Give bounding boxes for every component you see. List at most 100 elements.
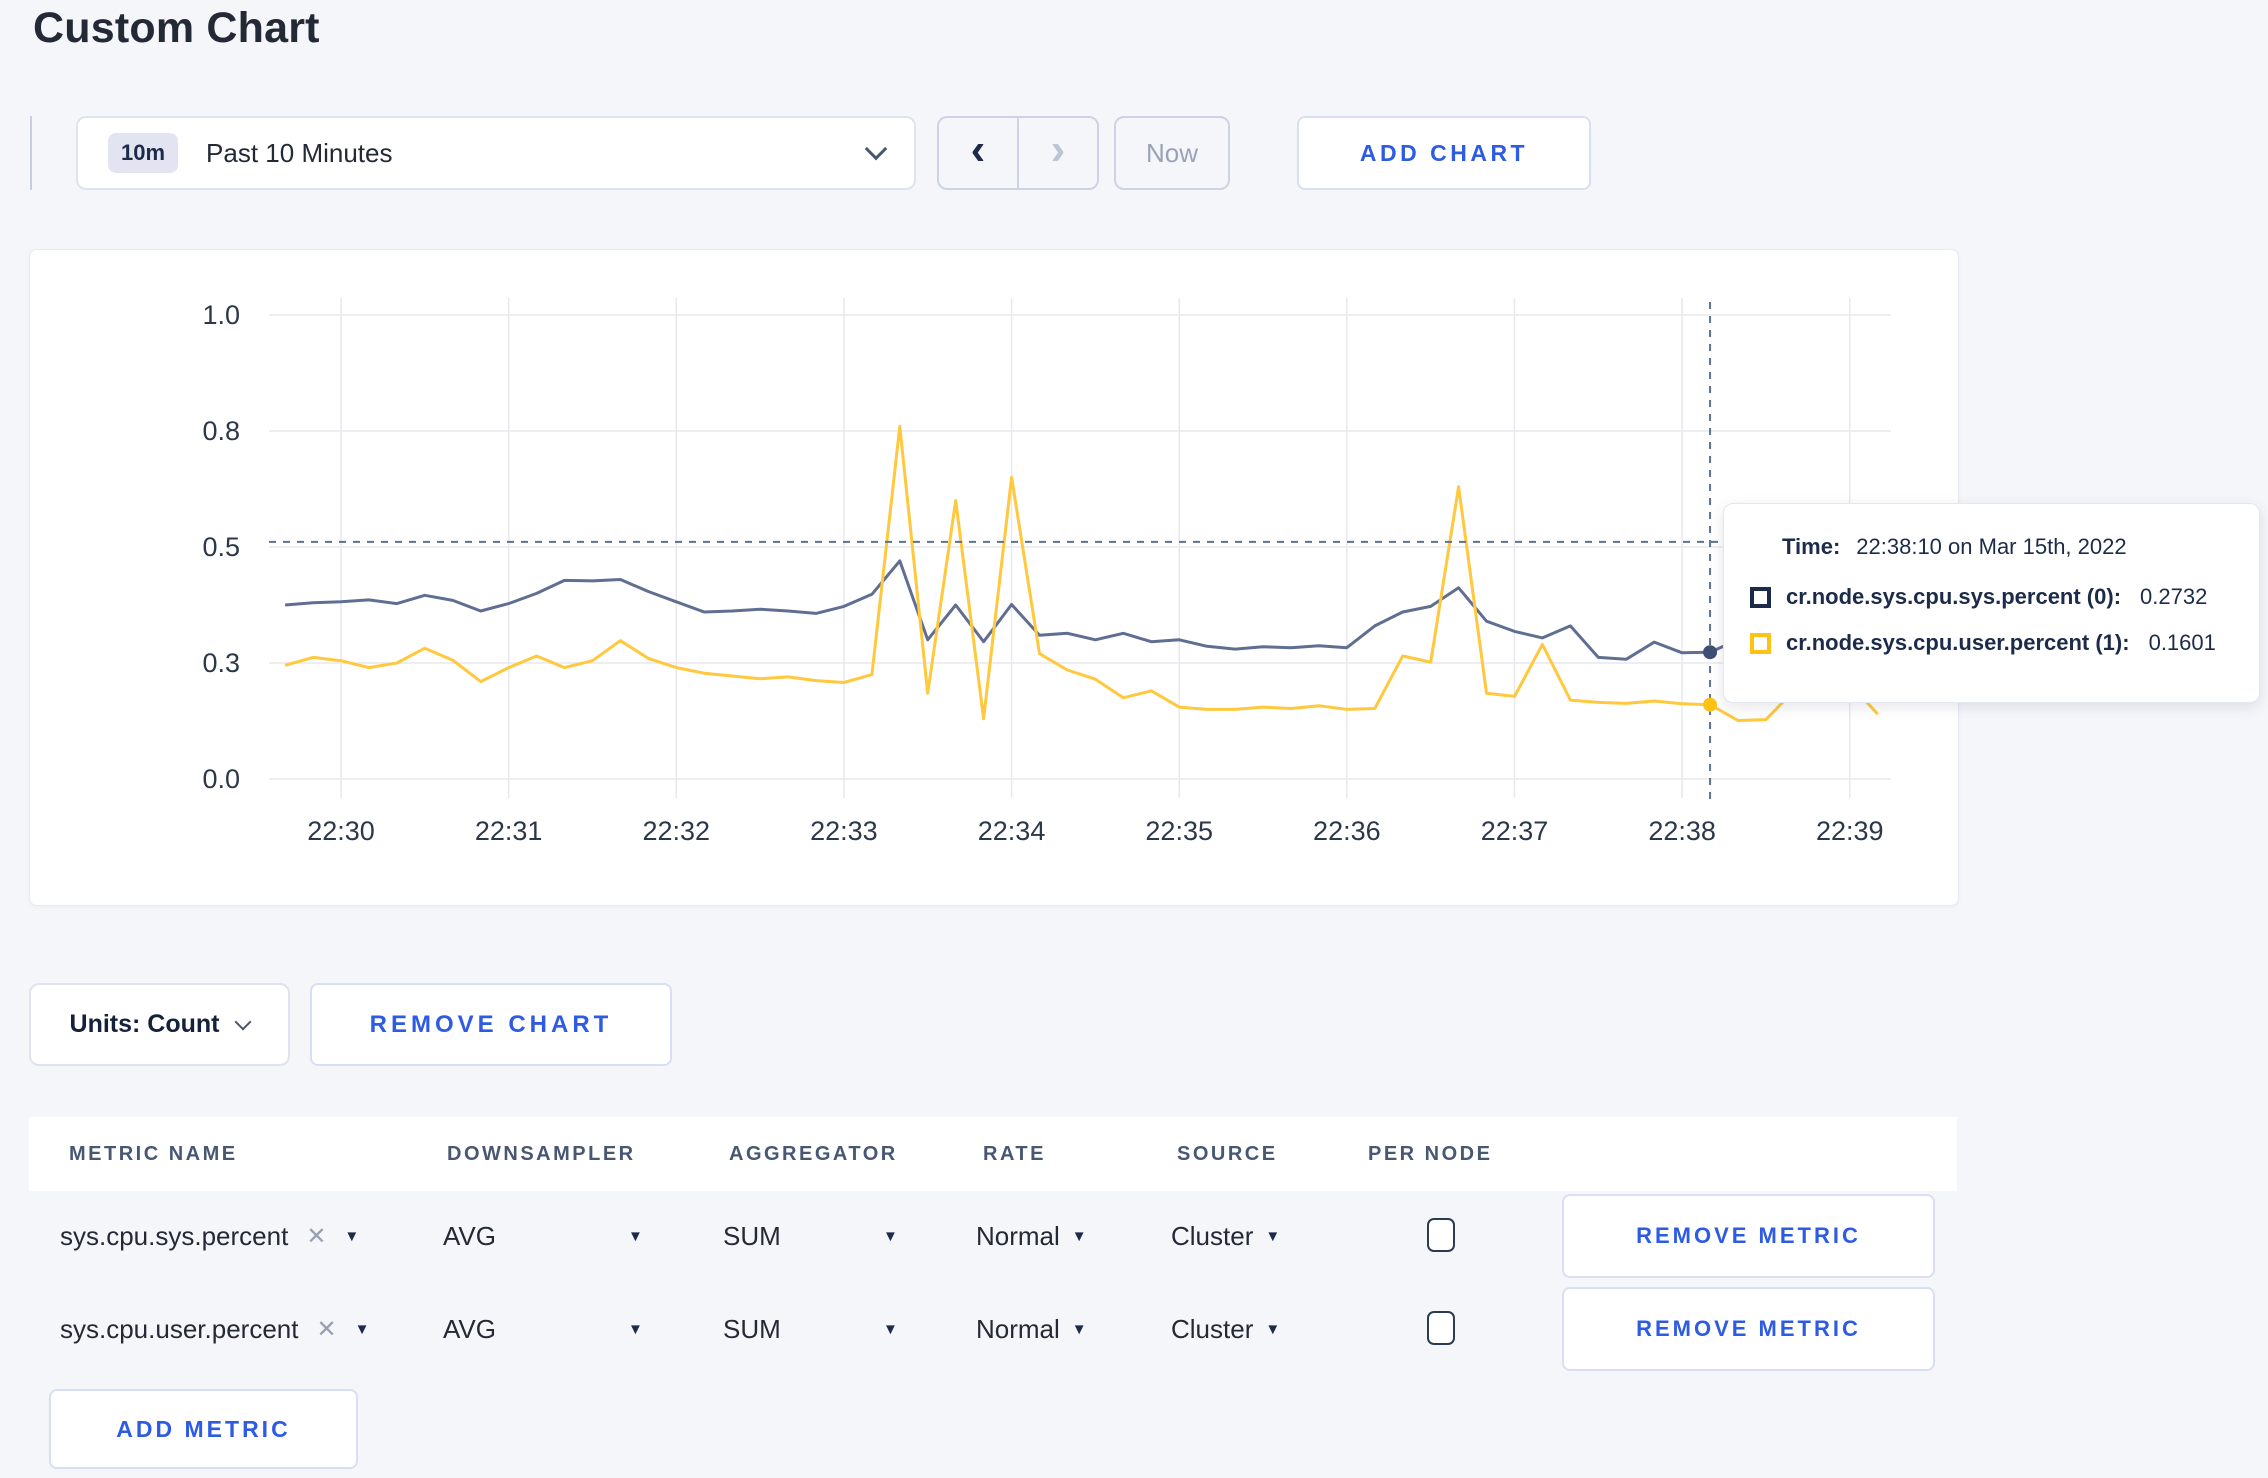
metric-name-select[interactable]: sys.cpu.user.percent ✕ ▼ — [60, 1287, 369, 1371]
chevron-left-icon: ‹ — [970, 125, 986, 174]
x-tick-label: 22:36 — [1313, 816, 1381, 846]
tooltip-time-row: Time: 22:38:10 on Mar 15th, 2022 — [1782, 534, 2235, 560]
x-tick-label: 22:38 — [1648, 816, 1716, 846]
downsampler-select[interactable]: AVG — [443, 1194, 496, 1278]
metric-name-value: sys.cpu.user.percent — [60, 1313, 299, 1344]
tooltip-series-value: 0.1601 — [2148, 630, 2216, 655]
remove-metric-button[interactable]: REMOVE METRIC — [1562, 1287, 1935, 1371]
units-select[interactable]: Units: Count — [29, 983, 290, 1066]
series-line-1 — [284, 424, 1879, 722]
metric-name-select[interactable]: sys.cpu.sys.percent ✕ ▼ — [60, 1194, 359, 1278]
x-tick-label: 22:31 — [475, 816, 543, 846]
add-chart-button[interactable]: ADD CHART — [1297, 116, 1591, 190]
column-header-aggregator: AGGREGATOR — [729, 1142, 898, 1165]
time-shift-button-group: ‹ › — [937, 116, 1099, 190]
metrics-table-header: METRIC NAME DOWNSAMPLER AGGREGATOR RATE … — [29, 1117, 1957, 1191]
downsampler-value: AVG — [443, 1313, 496, 1344]
previous-range-button[interactable]: ‹ — [939, 118, 1019, 188]
tooltip-series-row: cr.node.sys.cpu.sys.percent (0): 0.2732 — [1750, 584, 2235, 610]
column-header-source: SOURCE — [1177, 1142, 1278, 1165]
chevron-down-icon — [864, 137, 888, 161]
per-node-checkbox[interactable] — [1427, 1218, 1455, 1252]
x-tick-label: 22:32 — [642, 816, 710, 846]
aggregator-value: SUM — [723, 1313, 781, 1344]
dropdown-arrow-icon: ▼ — [628, 1320, 643, 1338]
tooltip-series-name: cr.node.sys.cpu.user.percent (1): — [1786, 630, 2130, 655]
page-title: Custom Chart — [33, 4, 320, 52]
source-select[interactable]: Cluster ▼ — [1171, 1194, 1280, 1278]
dropdown-arrow-icon: ▼ — [1071, 1227, 1087, 1245]
y-tick-label: 0.5 — [202, 532, 240, 562]
chart-hover-tooltip: Time: 22:38:10 on Mar 15th, 2022 cr.node… — [1723, 503, 2260, 703]
downsampler-arrow[interactable]: ▼ — [628, 1287, 643, 1371]
dropdown-arrow-icon: ▼ — [344, 1227, 360, 1245]
remove-metric-button[interactable]: REMOVE METRIC — [1562, 1194, 1935, 1278]
x-tick-label: 22:34 — [978, 816, 1046, 846]
rate-select[interactable]: Normal ▼ — [976, 1194, 1087, 1278]
aggregator-value: SUM — [723, 1220, 781, 1251]
source-value: Cluster — [1171, 1313, 1254, 1344]
aggregator-arrow[interactable]: ▼ — [883, 1287, 898, 1371]
chevron-down-icon — [234, 1013, 252, 1030]
metric-name-value: sys.cpu.sys.percent — [60, 1220, 289, 1251]
column-header-downsampler: DOWNSAMPLER — [447, 1142, 636, 1165]
remove-chart-button[interactable]: REMOVE CHART — [310, 983, 672, 1066]
tooltip-series-value: 0.2732 — [2140, 584, 2208, 609]
rate-value: Normal — [976, 1220, 1060, 1251]
x-tick-label: 22:39 — [1816, 816, 1884, 846]
x-tick-label: 22:33 — [810, 816, 878, 846]
chart-card: 22:30 22:31 22:32 22:33 22:34 22:35 22:36 22:37… — [29, 249, 1959, 906]
y-tick-label: 0.3 — [202, 648, 240, 678]
custom-chart-page: { "page": { "title": "Custom Chart" }, "… — [0, 0, 2268, 1478]
clear-metric-icon[interactable]: ✕ — [316, 1315, 336, 1344]
time-range-label: Past 10 Minutes — [206, 137, 393, 168]
clear-metric-icon[interactable]: ✕ — [306, 1222, 326, 1251]
add-metric-button[interactable]: ADD METRIC — [49, 1389, 358, 1469]
column-header-metric-name: METRIC NAME — [69, 1142, 238, 1165]
tooltip-series-row: cr.node.sys.cpu.user.percent (1): 0.1601 — [1750, 630, 2235, 656]
column-header-per-node: PER NODE — [1368, 1142, 1493, 1165]
y-tick-label: 0.8 — [202, 416, 240, 446]
x-tick-label: 22:35 — [1145, 816, 1213, 846]
hover-point-dot — [1703, 645, 1718, 660]
units-label: Units: Count — [69, 1010, 220, 1038]
downsampler-value: AVG — [443, 1220, 496, 1251]
per-node-checkbox[interactable] — [1427, 1311, 1455, 1345]
x-tick-label: 22:37 — [1481, 816, 1549, 846]
dropdown-arrow-icon: ▼ — [1265, 1320, 1281, 1338]
tooltip-series-name: cr.node.sys.cpu.sys.percent (0): — [1786, 584, 2122, 609]
metric-row: sys.cpu.sys.percent ✕ ▼ AVG ▼ SUM ▼ Norm… — [29, 1194, 1957, 1278]
metric-row: sys.cpu.user.percent ✕ ▼ AVG ▼ SUM ▼ Nor… — [29, 1287, 1957, 1371]
source-select[interactable]: Cluster ▼ — [1171, 1287, 1280, 1371]
next-range-button[interactable]: › — [1019, 118, 1097, 188]
series-line-0 — [284, 559, 1878, 661]
series-swatch-icon — [1750, 586, 1771, 608]
chart-plot[interactable]: 22:30 22:31 22:32 22:33 22:34 22:35 22:36 22:37… — [30, 250, 1958, 905]
series-swatch-icon — [1750, 632, 1771, 654]
y-tick-label: 0.0 — [202, 764, 240, 794]
dropdown-arrow-icon: ▼ — [883, 1227, 898, 1245]
time-range-badge: 10m — [108, 133, 179, 173]
downsampler-select[interactable]: AVG — [443, 1287, 496, 1371]
now-button[interactable]: Now — [1114, 116, 1230, 190]
x-tick-label: 22:30 — [307, 816, 375, 846]
source-value: Cluster — [1171, 1220, 1254, 1251]
time-range-select[interactable]: 10m Past 10 Minutes — [76, 116, 916, 190]
aggregator-arrow[interactable]: ▼ — [883, 1194, 898, 1278]
dropdown-arrow-icon: ▼ — [628, 1227, 643, 1245]
hover-point-dot — [1703, 697, 1718, 712]
downsampler-arrow[interactable]: ▼ — [628, 1194, 643, 1278]
toolbar-left-divider — [30, 116, 32, 190]
tooltip-time-label: Time: — [1782, 534, 1841, 559]
dropdown-arrow-icon: ▼ — [1071, 1320, 1087, 1338]
dropdown-arrow-icon: ▼ — [354, 1320, 370, 1338]
rate-select[interactable]: Normal ▼ — [976, 1287, 1087, 1371]
y-tick-label: 1.0 — [202, 300, 240, 330]
column-header-rate: RATE — [983, 1142, 1046, 1165]
tooltip-time-value: 22:38:10 on Mar 15th, 2022 — [1856, 534, 2127, 559]
rate-value: Normal — [976, 1313, 1060, 1344]
aggregator-select[interactable]: SUM — [723, 1194, 781, 1278]
dropdown-arrow-icon: ▼ — [1265, 1227, 1281, 1245]
dropdown-arrow-icon: ▼ — [883, 1320, 898, 1338]
aggregator-select[interactable]: SUM — [723, 1287, 781, 1371]
